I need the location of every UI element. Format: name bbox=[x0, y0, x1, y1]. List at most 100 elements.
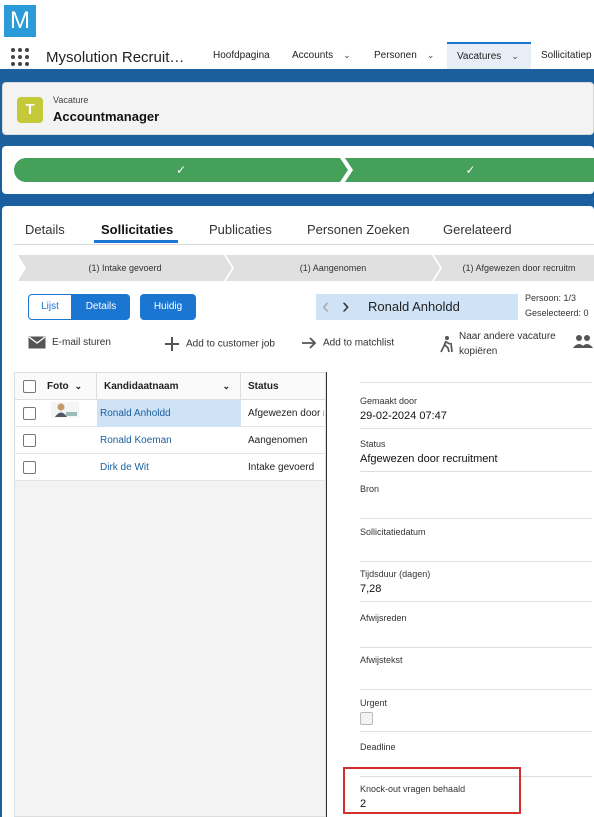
details-button[interactable]: Details bbox=[72, 294, 130, 320]
field-afwijsreden: Afwijsreden bbox=[360, 613, 592, 648]
field-label: Bron bbox=[360, 484, 380, 494]
person-navigator: ‹ › Ronald Anholdd bbox=[316, 294, 518, 320]
hiker-icon bbox=[440, 336, 453, 353]
row-checkbox[interactable] bbox=[23, 461, 36, 474]
stage-aangenomen[interactable]: (1) Aangenomen bbox=[226, 255, 440, 281]
chevron-down-icon[interactable]: ⌄ bbox=[75, 381, 83, 391]
nav-item-vacatures[interactable]: Vacatures ⌄ bbox=[447, 42, 531, 69]
field-label: Gemaakt door bbox=[360, 396, 418, 406]
tab-divider bbox=[14, 244, 594, 245]
field-value bbox=[360, 627, 592, 641]
record-type-label: Vacature bbox=[53, 95, 89, 105]
scrollbar[interactable] bbox=[326, 372, 340, 817]
nav-item-sollicitaties[interactable]: Sollicitatiep bbox=[541, 42, 592, 69]
divider bbox=[360, 601, 592, 602]
select-all-checkbox[interactable] bbox=[23, 380, 36, 393]
field-label: Deadline bbox=[360, 742, 396, 752]
table-row[interactable]: Dirk de Wit Intake gevoerd bbox=[15, 454, 325, 481]
field-label: Afwijsreden bbox=[360, 613, 407, 623]
status-cell: Aangenomen bbox=[248, 435, 308, 446]
copy-to-vacancy-action[interactable]: Naar andere vacature kopiëren bbox=[438, 329, 556, 359]
selected-counter: Geselecteerd: 0 bbox=[525, 308, 589, 318]
column-label: Kandidaatnaam bbox=[104, 381, 179, 392]
nav-item-label: Hoofdpagina bbox=[213, 50, 270, 61]
chevron-left-icon[interactable]: ‹ bbox=[322, 294, 329, 318]
column-header-foto[interactable]: Foto ⌄ bbox=[47, 373, 97, 400]
field-label: Sollicitatiedatum bbox=[360, 527, 426, 537]
divider bbox=[360, 561, 592, 562]
divider bbox=[360, 731, 592, 732]
field-tijdsduur: Tijdsduur (dagen) 7,28 bbox=[360, 569, 592, 602]
divider bbox=[360, 471, 592, 472]
add-to-matchlist-action[interactable]: Add to matchlist bbox=[301, 336, 394, 350]
people-icon bbox=[573, 335, 593, 348]
tab-gerelateerd[interactable]: Gerelateerd bbox=[443, 222, 512, 237]
chevron-down-icon[interactable]: ⌄ bbox=[343, 42, 351, 69]
status-cell: Afgewezen door recruitment bbox=[248, 408, 324, 419]
table-row[interactable]: Ronald Anholdd Afgewezen door recruitmen… bbox=[15, 400, 325, 427]
status-cell: Intake gevoerd bbox=[248, 462, 315, 473]
field-label: Tijdsduur (dagen) bbox=[360, 569, 431, 579]
current-person-name: Ronald Anholdd bbox=[368, 299, 460, 314]
divider bbox=[360, 428, 592, 429]
tab-sollicitaties[interactable]: Sollicitaties bbox=[101, 222, 173, 237]
nav-item-label: Personen bbox=[374, 50, 417, 61]
column-header-status[interactable]: Status bbox=[241, 373, 325, 400]
divider bbox=[360, 689, 592, 690]
arrow-right-icon bbox=[302, 337, 317, 349]
nav-bar: Mysolution Recruit… Hoofdpagina Accounts… bbox=[0, 42, 594, 72]
field-afwijstekst: Afwijstekst bbox=[360, 655, 592, 690]
nav-item-accounts[interactable]: Accounts ⌄ bbox=[292, 42, 351, 69]
email-action[interactable]: E-mail sturen bbox=[28, 336, 111, 349]
stage-intake[interactable]: (1) Intake gevoerd bbox=[18, 255, 232, 281]
divider bbox=[360, 518, 592, 519]
chevron-down-icon[interactable]: ⌄ bbox=[222, 373, 230, 400]
chevron-down-icon[interactable]: ⌄ bbox=[427, 42, 435, 69]
nav-item-label: Vacatures bbox=[457, 51, 502, 62]
top-bar: M bbox=[0, 0, 594, 42]
urgent-checkbox[interactable] bbox=[360, 712, 373, 725]
path-step-1[interactable]: ✓ bbox=[14, 158, 348, 182]
field-value bbox=[360, 541, 592, 555]
active-tab-indicator bbox=[94, 240, 178, 243]
candidate-table: Foto ⌄ Kandidaatnaam ⌄ Status Ronald Anhol… bbox=[14, 372, 326, 817]
chevron-right-icon[interactable]: › bbox=[342, 294, 349, 318]
chevron-down-icon[interactable]: ⌄ bbox=[511, 44, 519, 69]
tab-details[interactable]: Details bbox=[25, 222, 65, 237]
field-bron: Bron bbox=[360, 484, 592, 519]
field-label: Status bbox=[360, 439, 386, 449]
tab-personen-zoeken[interactable]: Personen Zoeken bbox=[307, 222, 410, 237]
huidig-button[interactable]: Huidig bbox=[140, 294, 196, 320]
column-header-kandidaatnaam[interactable]: Kandidaatnaam ⌄ bbox=[97, 373, 241, 400]
matchlist-label: Add to matchlist bbox=[323, 337, 395, 349]
people-action[interactable] bbox=[572, 334, 594, 349]
lijst-button[interactable]: Lijst bbox=[28, 294, 72, 320]
field-label: Urgent bbox=[360, 698, 388, 708]
email-icon bbox=[28, 336, 46, 349]
app-launcher-icon[interactable] bbox=[11, 48, 29, 66]
record-header: T Vacature Accountmanager bbox=[2, 82, 594, 135]
candidate-name-link[interactable]: Ronald Koeman bbox=[100, 427, 172, 454]
nav-item-personen[interactable]: Personen ⌄ bbox=[374, 42, 434, 69]
nav-item-label: Sollicitatiep bbox=[541, 50, 592, 61]
app-name: Mysolution Recruit… bbox=[46, 49, 185, 66]
candidate-name-link[interactable]: Dirk de Wit bbox=[100, 454, 149, 481]
divider bbox=[360, 647, 592, 648]
nav-item-hoofdpagina[interactable]: Hoofdpagina bbox=[213, 42, 270, 69]
field-urgent: Urgent bbox=[360, 698, 592, 732]
table-row[interactable]: Ronald Koeman Aangenomen bbox=[15, 427, 325, 454]
add-to-customer-job-action[interactable]: Add to customer job bbox=[164, 336, 275, 352]
stage-afgewezen[interactable]: (1) Afgewezen door recruitm bbox=[434, 255, 594, 281]
row-checkbox[interactable] bbox=[23, 407, 36, 420]
path-bar: ✓ ✓ bbox=[2, 146, 594, 194]
tab-publicaties[interactable]: Publicaties bbox=[209, 222, 272, 237]
candidate-name-link[interactable]: Ronald Anholdd bbox=[100, 400, 171, 427]
copy-label-line1: Naar andere vacature bbox=[459, 331, 556, 342]
table-header: Foto ⌄ Kandidaatnaam ⌄ Status bbox=[15, 373, 325, 400]
app-logo[interactable]: M bbox=[4, 5, 36, 37]
field-sollicitatiedatum: Sollicitatiedatum bbox=[360, 527, 592, 562]
field-value bbox=[360, 669, 592, 683]
path-step-2[interactable]: ✓ bbox=[345, 158, 594, 182]
row-checkbox[interactable] bbox=[23, 434, 36, 447]
field-value: Afgewezen door recruitment bbox=[360, 453, 498, 465]
